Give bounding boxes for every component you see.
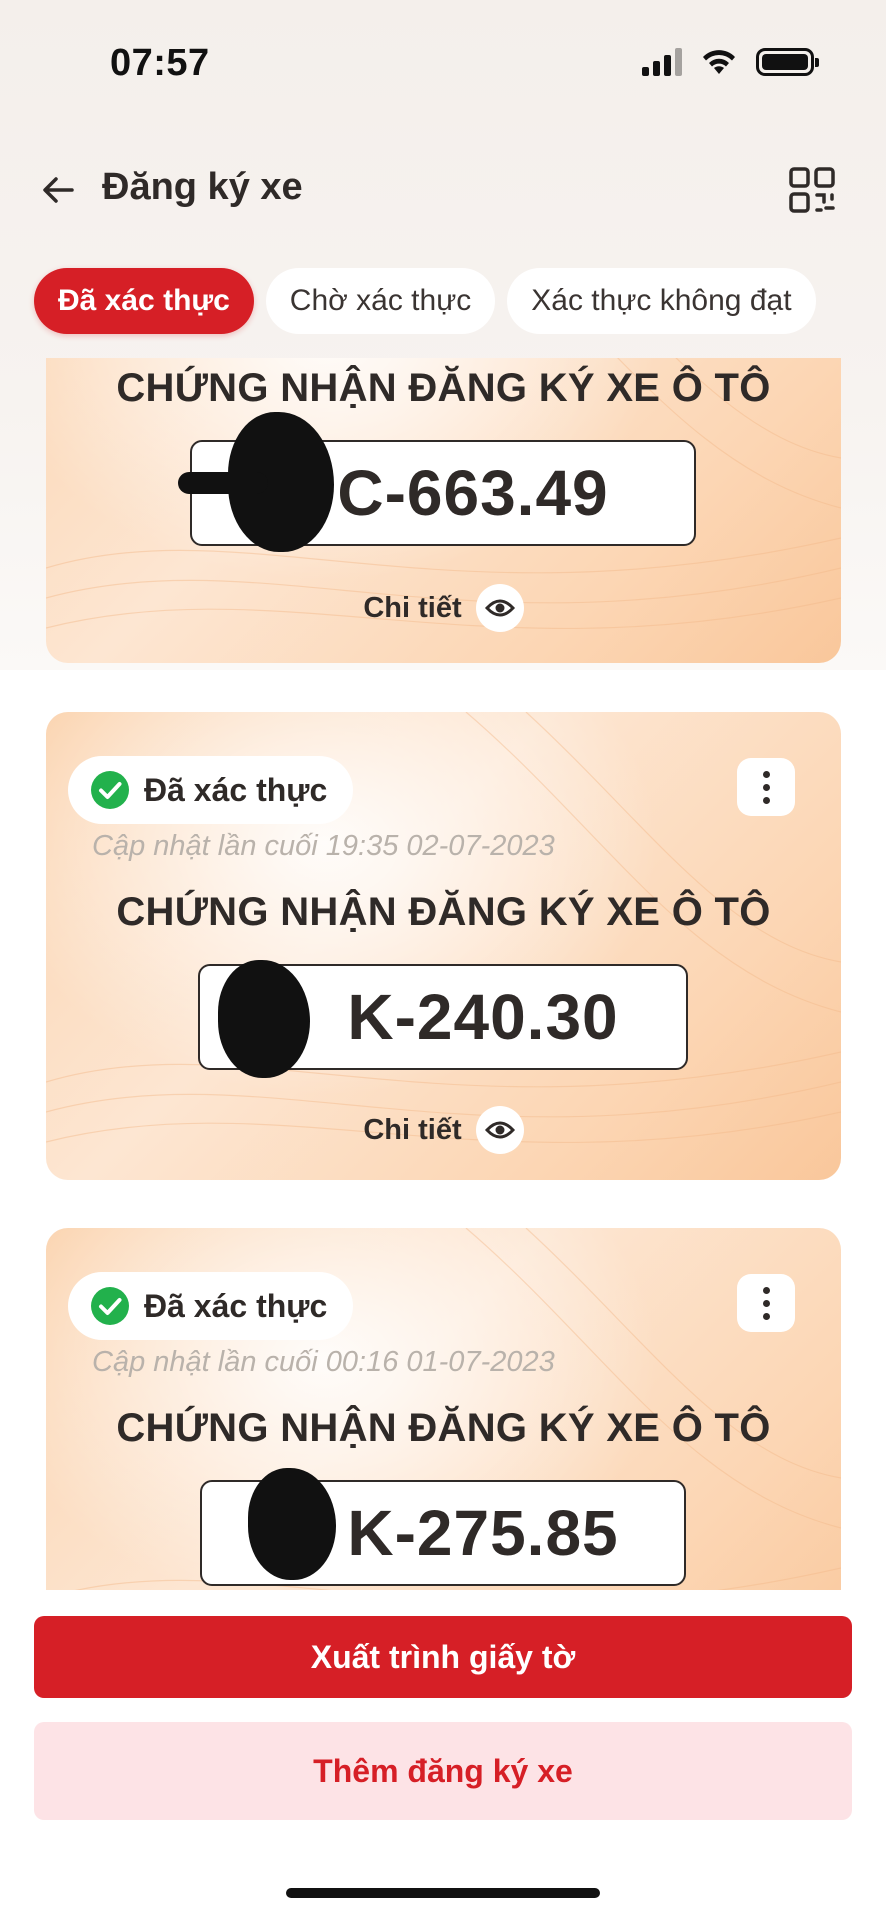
qr-code-icon[interactable]: [788, 166, 836, 214]
registration-list[interactable]: CHỨNG NHẬN ĐĂNG KÝ XE Ô TÔ C-663.49 Chi …: [0, 358, 886, 1590]
detail-link[interactable]: Chi tiết: [46, 584, 841, 632]
status-badge-label: Đã xác thực: [144, 771, 328, 808]
detail-link[interactable]: Chi tiết: [46, 1106, 841, 1154]
home-indicator: [286, 1888, 600, 1898]
license-plate: C-663.49: [178, 412, 696, 552]
certificate-title: CHỨNG NHẬN ĐĂNG KÝ XE Ô TÔ: [116, 1406, 771, 1450]
cellular-signal-icon: [642, 48, 682, 76]
registration-card[interactable]: Đã xác thực Cập nhật lần cuối 00:16 01-0…: [46, 1228, 841, 1590]
status-badge: Đã xác thực: [68, 756, 354, 824]
page-title: Đăng ký xe: [102, 166, 303, 208]
check-circle-icon: [91, 771, 129, 809]
license-plate: K-240.30: [198, 960, 688, 1078]
tab-pending[interactable]: Chờ xác thực: [265, 268, 496, 334]
eye-icon: [475, 1106, 524, 1154]
present-documents-button[interactable]: Xuất trình giấy tờ: [34, 1616, 852, 1698]
redaction-mark: [248, 1468, 336, 1580]
more-options-button[interactable]: [737, 1274, 795, 1332]
filter-tabs: Đã xác thực Chờ xác thực Xác thực không …: [34, 268, 816, 334]
last-updated-text: Cập nhật lần cuối 19:35 02-07-2023: [92, 830, 555, 862]
certificate-title: CHỨNG NHẬN ĐĂNG KÝ XE Ô TÔ: [116, 890, 771, 934]
add-registration-button[interactable]: Thêm đăng ký xe: [34, 1722, 852, 1820]
redaction-mark: [178, 472, 268, 494]
license-plate: K-275.85: [200, 1468, 686, 1586]
check-circle-icon: [91, 1287, 129, 1325]
redaction-mark: [218, 960, 310, 1078]
detail-label: Chi tiết: [363, 1113, 462, 1146]
registration-card[interactable]: Đã xác thực Cập nhật lần cuối 19:35 02-0…: [46, 712, 841, 1180]
tab-failed[interactable]: Xác thực không đạt: [507, 268, 816, 334]
eye-icon: [475, 584, 524, 632]
plate-number: K-240.30: [347, 981, 619, 1053]
certificate-title: CHỨNG NHẬN ĐĂNG KÝ XE Ô TÔ: [116, 366, 771, 410]
last-updated-text: Cập nhật lần cuối 00:16 01-07-2023: [92, 1346, 555, 1378]
plate-number: C-663.49: [337, 457, 609, 529]
arrow-left-icon[interactable]: [38, 170, 78, 210]
app-header: Đăng ký xe: [0, 150, 886, 230]
status-time: 07:57: [110, 42, 210, 84]
more-options-button[interactable]: [737, 758, 795, 816]
plate-number: K-275.85: [347, 1497, 619, 1569]
detail-label: Chi tiết: [363, 591, 462, 624]
battery-icon: [756, 48, 819, 76]
wifi-icon: [703, 50, 735, 74]
status-badge-label: Đã xác thực: [144, 1287, 328, 1324]
status-icons: [642, 48, 819, 76]
registration-card[interactable]: CHỨNG NHẬN ĐĂNG KÝ XE Ô TÔ C-663.49 Chi …: [46, 358, 841, 663]
status-badge: Đã xác thực: [68, 1272, 354, 1340]
tab-verified[interactable]: Đã xác thực: [34, 268, 254, 334]
